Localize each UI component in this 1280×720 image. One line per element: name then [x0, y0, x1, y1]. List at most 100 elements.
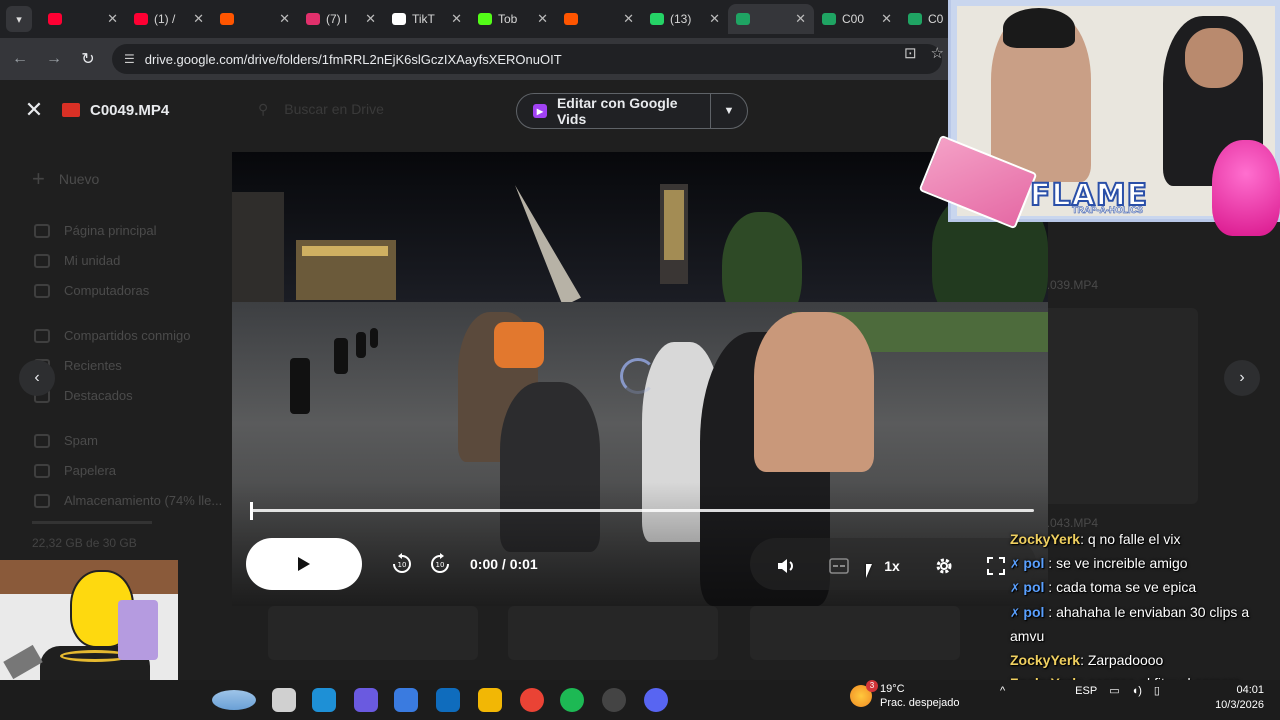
building-lights: [302, 246, 388, 256]
tab-close-icon[interactable]: ✕: [795, 11, 806, 27]
mouse-cursor-icon: [866, 564, 872, 578]
person-shirtless: [754, 312, 874, 472]
soundcloud-icon: [220, 13, 234, 25]
store-icon[interactable]: [394, 688, 418, 712]
browser-tab[interactable]: (1) / ✕: [126, 4, 212, 34]
browser-tab[interactable]: C00 ✕: [814, 4, 900, 34]
weather-temp: 19°C: [880, 683, 905, 695]
widgets-icon[interactable]: [212, 690, 256, 710]
nav-item-icon: [34, 463, 50, 478]
chat-separator: :: [1080, 651, 1088, 668]
bollard: [356, 332, 366, 358]
svg-text:10: 10: [436, 561, 445, 569]
tabs-container: ✕(1) /✕✕(7) I✕TikT✕Tob✕✕(13)✕✕C00✕C0✕: [40, 4, 986, 34]
captions-icon[interactable]: [826, 554, 852, 578]
browser-tab[interactable]: ✕: [40, 4, 126, 34]
buddha-sticker: [1212, 140, 1280, 236]
drive-nav-label: Compartidos conmigo: [64, 328, 191, 343]
edit-with-vids-main[interactable]: ▶ Editar con Google Vids: [517, 94, 711, 128]
edge-icon[interactable]: [312, 688, 336, 712]
bollard: [370, 328, 378, 348]
battery-icon[interactable]: ▯: [1154, 684, 1160, 697]
outlook-icon[interactable]: [436, 688, 460, 712]
spotify-icon[interactable]: [560, 688, 584, 712]
reload-button[interactable]: ↻: [74, 45, 102, 73]
drive-nav-label: Spam: [64, 433, 98, 448]
site-info-icon[interactable]: ☰: [124, 52, 135, 66]
volume-icon[interactable]: [774, 554, 798, 578]
gun: [3, 644, 43, 680]
tab-title: Tob: [498, 12, 518, 26]
fullscreen-icon[interactable]: [984, 554, 1008, 578]
copilot-icon[interactable]: [354, 688, 378, 712]
previous-file-button[interactable]: ‹: [19, 360, 55, 396]
file-card: [268, 606, 478, 660]
tab-close-icon[interactable]: ✕: [709, 11, 720, 27]
playback-speed-button[interactable]: 1x: [880, 554, 904, 578]
instagram-icon: [306, 13, 320, 25]
browser-tab[interactable]: ✕: [212, 4, 298, 34]
settings-icon[interactable]: [932, 554, 956, 578]
chat-message: ✗ pol : cada toma se ve epica: [1010, 576, 1280, 601]
flame-logo-subtext: TRAP-A-HOLICS: [1072, 205, 1144, 216]
tab-close-icon[interactable]: ✕: [107, 11, 118, 27]
tab-title: (7) I: [326, 12, 348, 26]
chat-username: ZockyYerk: [1010, 651, 1081, 668]
file-explorer-icon[interactable]: [272, 688, 296, 712]
url-bar[interactable]: ☰ drive.google.com/drive/folders/1fmRRL2…: [112, 44, 942, 74]
drive-nav-item: Mi unidad: [34, 253, 120, 268]
language-indicator[interactable]: ESP: [1075, 685, 1097, 697]
tab-close-icon[interactable]: ✕: [193, 11, 204, 27]
edit-with-vids-button[interactable]: ▶ Editar con Google Vids ▼: [516, 93, 748, 129]
tab-title: (1) /: [154, 12, 176, 26]
back-button[interactable]: ←: [6, 45, 34, 73]
drive-icon: [908, 13, 922, 25]
discord-icon[interactable]: [644, 688, 668, 712]
edit-dropdown-chevron-icon[interactable]: ▼: [711, 105, 747, 117]
drive-nav-item: Compartidos conmigo: [34, 328, 190, 343]
tab-close-icon[interactable]: ✕: [537, 11, 548, 27]
play-button[interactable]: [246, 538, 362, 590]
drive-nav-label: Almacenamiento (74% lle...: [64, 493, 223, 508]
chat-separator: :: [1044, 554, 1057, 571]
forward-button[interactable]: →: [40, 45, 68, 73]
tab-close-icon[interactable]: ✕: [451, 11, 462, 27]
browser-tab[interactable]: TikT ✕: [384, 4, 470, 34]
browser-tab[interactable]: (13) ✕: [642, 4, 728, 34]
clock[interactable]: 04:01 10/3/2026: [1206, 683, 1264, 713]
obs-icon[interactable]: [602, 688, 626, 712]
chat-username: pol: [1023, 603, 1045, 620]
next-file-button[interactable]: ›: [1224, 360, 1260, 396]
tab-close-icon[interactable]: ✕: [279, 11, 290, 27]
close-viewer-icon[interactable]: ✕: [22, 98, 46, 122]
progress-scrubber[interactable]: [250, 502, 253, 520]
new-button: + Nuevo: [32, 166, 100, 191]
tab-close-icon[interactable]: ✕: [623, 11, 634, 27]
bookmark-star-icon[interactable]: ☆: [931, 44, 944, 62]
chrome-icon[interactable]: [520, 688, 544, 712]
progress-bar[interactable]: [252, 509, 1034, 512]
tab-close-icon[interactable]: ✕: [881, 11, 892, 27]
network-icon[interactable]: ▭: [1109, 684, 1119, 697]
video-player[interactable]: 10 10 0:00 / 0:01 1x: [232, 152, 1048, 606]
tray-chevron-icon[interactable]: ^: [1000, 685, 1005, 697]
browser-tab[interactable]: Tob ✕: [470, 4, 556, 34]
forward-10-icon[interactable]: 10: [428, 552, 452, 576]
chat-username: pol: [1023, 579, 1045, 595]
tab-search-button[interactable]: ▾: [6, 6, 32, 32]
weather-widget[interactable]: 3 19°C Prac. despejado: [850, 680, 960, 710]
folder-icon[interactable]: [478, 688, 502, 712]
browser-tab[interactable]: ✕: [556, 4, 642, 34]
browser-tab[interactable]: ✕: [728, 4, 814, 34]
install-app-icon[interactable]: ⊡: [904, 44, 917, 62]
nav-item-icon: [34, 328, 50, 343]
tab-title: TikT: [412, 12, 435, 26]
file-card-label: ...039.MP4: [1040, 278, 1099, 292]
tab-close-icon[interactable]: ✕: [365, 11, 376, 27]
replay-10-icon[interactable]: 10: [390, 552, 414, 576]
chat-badge-icon: ✗: [1010, 556, 1024, 571]
browser-tab[interactable]: (7) I ✕: [298, 4, 384, 34]
speaker-icon[interactable]: ◖): [1132, 685, 1142, 697]
drive-nav-item: Spam: [34, 433, 98, 448]
weather-sun-icon: 3: [850, 680, 878, 707]
